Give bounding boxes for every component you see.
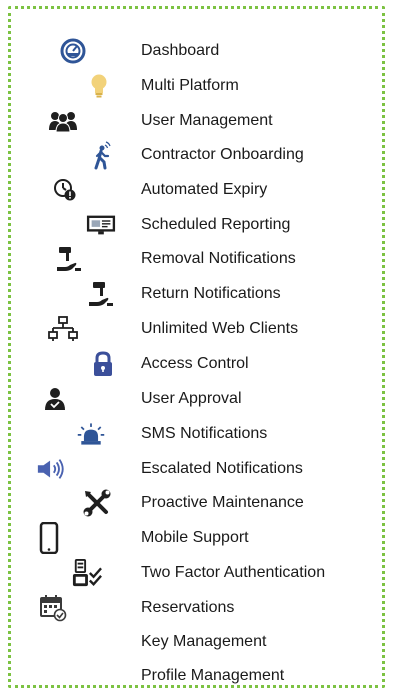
- feature-item-unlimited-web-clients: Unlimited Web Clients: [0, 312, 393, 346]
- feature-label: Access Control: [141, 355, 249, 372]
- feature-item-multi-platform: Multi Platform: [0, 69, 393, 103]
- feature-label: Profile Management: [141, 667, 285, 684]
- feature-label: Contractor Onboarding: [141, 146, 304, 163]
- feature-item-removal-notifications: Removal Notifications: [0, 242, 393, 276]
- lightbulb-icon: [84, 71, 114, 101]
- walking-person-icon: [88, 140, 118, 170]
- feature-label: Reservations: [141, 599, 235, 616]
- padlock-icon: [88, 349, 118, 379]
- feature-label: Escalated Notifications: [141, 460, 303, 477]
- calendar-check-icon: [38, 593, 68, 623]
- feature-item-reservations: Reservations: [0, 591, 393, 625]
- feature-item-automated-expiry: Automated Expiry: [0, 173, 393, 207]
- feature-label: Dashboard: [141, 42, 220, 59]
- feature-item-sms-notifications: SMS Notifications: [0, 417, 393, 451]
- hand-remove-key-icon: [54, 244, 84, 274]
- feature-label: Automated Expiry: [141, 181, 268, 198]
- feature-item-dashboard: Dashboard: [0, 34, 393, 68]
- two-factor-checklist-icon: [72, 558, 102, 588]
- wrench-screwdriver-icon: [82, 488, 112, 518]
- feature-item-escalated-notifications: Escalated Notifications: [0, 452, 393, 486]
- feature-item-scheduled-reporting: Scheduled Reporting: [0, 208, 393, 242]
- feature-item-two-factor-authentication: Two Factor Authentication: [0, 556, 393, 590]
- feature-label: Unlimited Web Clients: [141, 320, 299, 337]
- feature-item-user-management: User Management: [0, 104, 393, 138]
- feature-label: User Management: [141, 112, 273, 129]
- feature-label: Return Notifications: [141, 285, 281, 302]
- feature-item-proactive-maintenance: Proactive Maintenance: [0, 486, 393, 520]
- dashboard-gauge-icon: [58, 36, 88, 66]
- hand-return-key-icon: [86, 279, 116, 309]
- feature-label: Multi Platform: [141, 77, 239, 94]
- feature-label: Key Management: [141, 633, 267, 650]
- feature-item-mobile-support: Mobile Support: [0, 521, 393, 555]
- feature-item-profile-management: Profile Management: [0, 659, 393, 693]
- feature-label: Proactive Maintenance: [141, 494, 304, 511]
- feature-item-key-management: Key Management: [0, 625, 393, 659]
- alarm-beacon-icon: [76, 419, 106, 449]
- user-group-icon: [48, 106, 78, 136]
- feature-label: Removal Notifications: [141, 250, 296, 267]
- speaker-volume-icon: [36, 454, 66, 484]
- feature-label: User Approval: [141, 390, 242, 407]
- network-tree-icon: [48, 314, 78, 344]
- feature-item-access-control: Access Control: [0, 347, 393, 381]
- feature-item-return-notifications: Return Notifications: [0, 277, 393, 311]
- clock-alert-icon: [50, 175, 80, 205]
- feature-label: SMS Notifications: [141, 425, 268, 442]
- feature-item-contractor-onboarding: Contractor Onboarding: [0, 138, 393, 172]
- smartphone-icon: [34, 522, 64, 554]
- monitor-report-icon: [86, 210, 116, 240]
- feature-label: Scheduled Reporting: [141, 216, 291, 233]
- feature-label: Two Factor Authentication: [141, 564, 326, 581]
- user-approve-icon: [40, 384, 70, 414]
- feature-label: Mobile Support: [141, 529, 249, 546]
- feature-item-user-approval: User Approval: [0, 382, 393, 416]
